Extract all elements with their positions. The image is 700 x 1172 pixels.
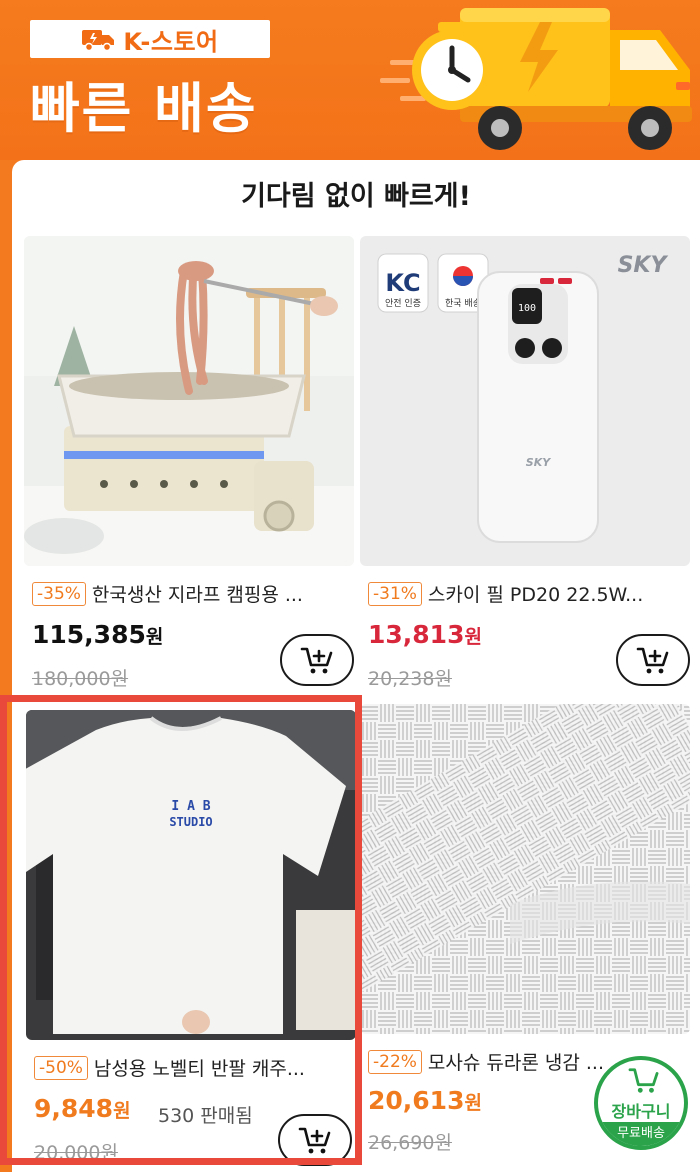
product-card-grill[interactable]: -35% 한국생산 지라프 캠핑용 ... 115,385원 180,000원 (24, 236, 354, 706)
add-to-cart-icon (298, 1127, 331, 1154)
price-value: 115,385 (32, 620, 146, 649)
product-image[interactable] (24, 236, 354, 566)
add-to-cart-button[interactable] (278, 1114, 352, 1166)
product-price: 115,385원 (32, 620, 163, 649)
delivery-truck-icon (81, 27, 115, 52)
price-value: 9,848 (34, 1094, 114, 1123)
product-tagline: -50% 남성용 노벨티 반팔 캐주... (34, 1054, 356, 1081)
svg-text:KC: KC (385, 269, 420, 297)
banner-title: 빠른 배송 (30, 77, 258, 140)
product-name[interactable]: 한국생산 지라프 캠핑용 ... (92, 580, 303, 607)
floating-cart-button[interactable]: 장바구니 무료배송 (594, 1056, 688, 1150)
store-badge: K-스토어 (30, 20, 270, 58)
discount-badge: -31% (368, 581, 422, 606)
add-to-cart-icon (636, 647, 669, 674)
cart-label: 장바구니 (611, 1102, 671, 1121)
cart-icon (628, 1068, 659, 1093)
product-tagline: -35% 한국생산 지라프 캠핑용 ... (32, 580, 354, 607)
svg-text:SKY: SKY (526, 456, 551, 469)
badge-safety: 안전 인증 (385, 298, 421, 309)
delivery-truck-illustration (380, 0, 700, 160)
price-currency: 원 (113, 1100, 131, 1122)
product-image[interactable]: I A B STUDIO (26, 710, 356, 1040)
original-price: 20,238원 (368, 668, 452, 690)
price-currency: 원 (464, 1092, 482, 1114)
add-to-cart-button[interactable] (616, 634, 690, 686)
product-card-tshirt[interactable]: I A B STUDIO -50% 남성용 노벨티 반팔 캐주... 9,848… (26, 710, 356, 1172)
product-price: 13,813원 (368, 620, 482, 649)
add-to-cart-button[interactable] (280, 634, 354, 686)
price-value: 20,613 (368, 1086, 465, 1115)
product-tagline: -31% 스카이 필 PD20 22.5W... (368, 580, 690, 607)
svg-text:100: 100 (518, 303, 536, 314)
product-name[interactable]: 남성용 노벨티 반팔 캐주... (94, 1054, 305, 1081)
discount-badge: -22% (368, 1049, 422, 1074)
brand-logo: SKY (618, 253, 669, 278)
promo-banner: K-스토어 빠른 배송 (0, 0, 700, 160)
original-price: 26,690원 (368, 1132, 452, 1154)
product-name[interactable]: 스카이 필 PD20 22.5W... (428, 580, 643, 607)
original-price: 180,000원 (32, 668, 129, 690)
shirt-print-bottom: STUDIO (169, 815, 212, 829)
price-currency: 원 (145, 626, 164, 648)
price-value: 13,813 (368, 620, 465, 649)
discount-badge: -50% (34, 1055, 88, 1080)
add-to-cart-icon (300, 647, 333, 674)
section-title: 기다림 없이 빠르게! (241, 181, 471, 212)
free-shipping-label: 무료배송 (598, 1122, 684, 1146)
original-price: 20,000원 (34, 1142, 118, 1164)
product-name[interactable]: 모사슈 듀라론 냉감 ... (428, 1048, 604, 1075)
store-label: K-스토어 (123, 27, 219, 56)
price-currency: 원 (464, 626, 482, 648)
product-price: 9,848원 (34, 1094, 131, 1123)
discount-badge: -35% (32, 581, 86, 606)
product-price: 20,613원 (368, 1086, 482, 1115)
product-image[interactable] (360, 704, 690, 1034)
shirt-print-top: I A B (171, 799, 210, 814)
product-card-powerbank[interactable]: KC 안전 인증 한국 배송 SKY 100 SKY -31% 스카이 필 PD… (360, 236, 690, 706)
product-section: 기다림 없이 빠르게! -35% 한국생산 지라프 캠핑용 ... 115,38… (12, 160, 700, 1172)
product-image[interactable]: KC 안전 인증 한국 배송 SKY 100 SKY (360, 236, 690, 566)
badge-korea: 한국 배송 (445, 298, 481, 309)
sold-count: 530 판매됨 (158, 1105, 253, 1127)
